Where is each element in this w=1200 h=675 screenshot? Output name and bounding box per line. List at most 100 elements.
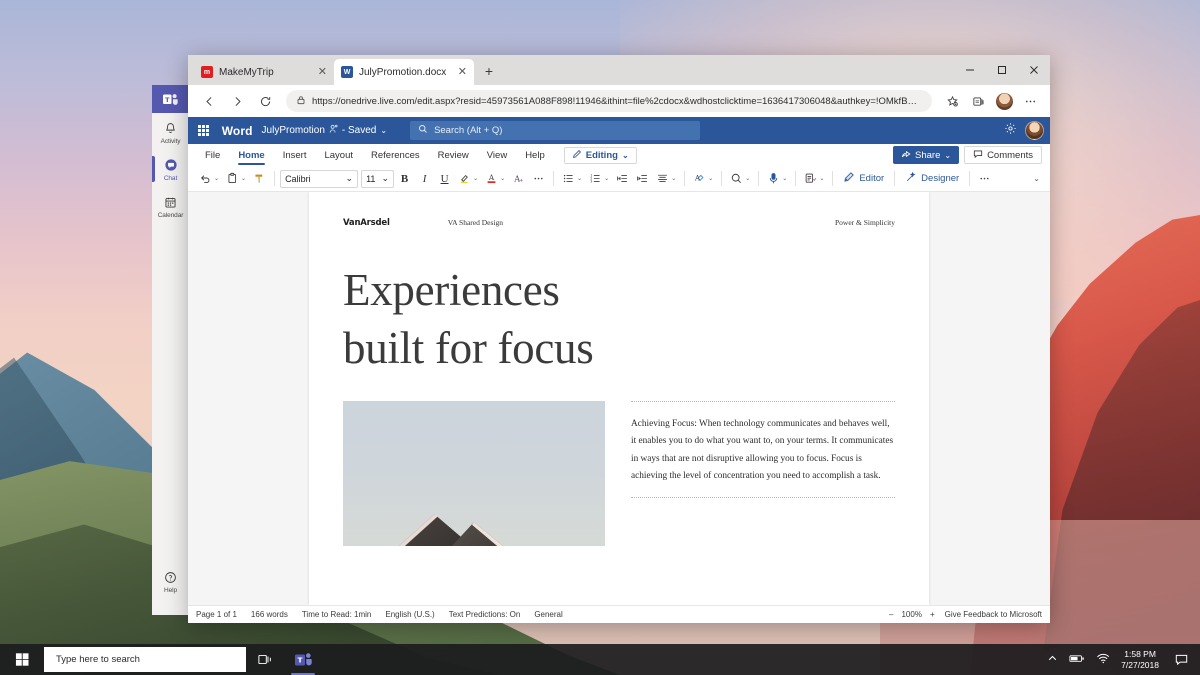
- bold-button[interactable]: B: [395, 168, 414, 189]
- comments-button[interactable]: Comments: [964, 146, 1042, 164]
- sidebar-item-chat[interactable]: Chat: [152, 150, 189, 187]
- sidebar-item-calendar[interactable]: Calendar: [152, 187, 189, 224]
- document-page[interactable]: VanArsdel VA Shared Design Power & Simpl…: [309, 192, 929, 605]
- microphone-icon[interactable]: ⌄: [764, 168, 790, 189]
- status-language[interactable]: English (U.S.): [385, 610, 434, 619]
- wifi-icon[interactable]: [1096, 651, 1110, 669]
- chevron-down-icon[interactable]: ⌄: [214, 175, 219, 182]
- find-icon[interactable]: ⌄: [727, 168, 753, 189]
- status-page-count[interactable]: Page 1 of 1: [196, 610, 237, 619]
- font-more-ellipsis-icon[interactable]: [529, 168, 548, 189]
- chevron-down-icon[interactable]: ⌄: [604, 175, 609, 182]
- close-icon[interactable]: ✕: [458, 67, 467, 78]
- forward-arrow-icon[interactable]: [224, 88, 250, 114]
- designer-button[interactable]: Designer: [900, 168, 964, 189]
- maximize-button[interactable]: [986, 55, 1018, 85]
- numbered-list-icon[interactable]: 1 2 3 ⌄: [586, 168, 612, 189]
- zoom-out-button[interactable]: –: [889, 610, 893, 619]
- increase-indent-icon[interactable]: [633, 168, 652, 189]
- underline-button[interactable]: U: [435, 168, 454, 189]
- decrease-indent-icon[interactable]: [613, 168, 632, 189]
- refresh-icon[interactable]: [252, 88, 278, 114]
- share-button[interactable]: Share ⌄: [893, 146, 959, 164]
- ribbon-collapse-chevron-down-icon[interactable]: ⌄: [1033, 174, 1042, 183]
- chevron-down-icon[interactable]: ⌄: [473, 175, 478, 182]
- highlight-icon[interactable]: ⌄: [455, 168, 481, 189]
- new-tab-button[interactable]: +: [480, 62, 498, 80]
- font-color-icon[interactable]: A ⌄: [482, 168, 508, 189]
- format-painter-icon[interactable]: [250, 168, 269, 189]
- chevron-down-icon[interactable]: ⌄: [671, 175, 676, 182]
- zoom-level-label[interactable]: 100%: [901, 610, 921, 619]
- toolbar-more-ellipsis-icon[interactable]: [975, 168, 994, 189]
- windows-start-icon[interactable]: [0, 644, 44, 675]
- chevron-down-icon[interactable]: ⌄: [380, 126, 387, 135]
- back-arrow-icon[interactable]: [196, 88, 222, 114]
- teams-taskbar-icon[interactable]: T: [284, 644, 322, 675]
- tab-file[interactable]: File: [196, 144, 229, 166]
- document-canvas[interactable]: VanArsdel VA Shared Design Power & Simpl…: [188, 192, 1050, 605]
- makemytrip-favicon: m: [201, 66, 213, 78]
- ribbon-toolbar: ⌄ ⌄ Cali: [188, 166, 1050, 192]
- collections-icon[interactable]: [966, 89, 990, 113]
- chevron-down-icon[interactable]: ⌄: [708, 175, 713, 182]
- sidebar-item-help[interactable]: Help: [152, 562, 189, 599]
- text-effects-icon[interactable]: A: [509, 168, 528, 189]
- profile-avatar[interactable]: [992, 89, 1016, 113]
- document-title-area[interactable]: JulyPromotion - Saved ⌄: [262, 124, 388, 137]
- tab-references[interactable]: References: [362, 144, 429, 166]
- tab-insert[interactable]: Insert: [274, 144, 316, 166]
- chevron-down-icon[interactable]: ⌄: [577, 175, 582, 182]
- tab-review[interactable]: Review: [429, 144, 478, 166]
- gear-icon[interactable]: [1004, 122, 1017, 140]
- address-input[interactable]: https://onedrive.live.com/edit.aspx?resi…: [286, 90, 932, 112]
- status-text-predictions[interactable]: Text Predictions: On: [449, 610, 521, 619]
- editor-button[interactable]: Editor: [838, 168, 889, 189]
- designer-label: Designer: [921, 173, 959, 184]
- taskbar-search-input[interactable]: Type here to search: [44, 647, 246, 672]
- word-brand-label[interactable]: Word: [222, 124, 253, 138]
- feedback-link[interactable]: Give Feedback to Microsoft: [945, 610, 1042, 619]
- user-avatar[interactable]: [1025, 121, 1044, 140]
- tab-layout[interactable]: Layout: [315, 144, 362, 166]
- undo-icon[interactable]: ⌄: [196, 168, 222, 189]
- battery-icon[interactable]: [1069, 651, 1085, 669]
- styles-icon[interactable]: A ⌄: [690, 168, 716, 189]
- action-center-icon[interactable]: [1170, 653, 1192, 666]
- chevron-down-icon[interactable]: ⌄: [241, 175, 246, 182]
- tab-help[interactable]: Help: [516, 144, 554, 166]
- status-word-count[interactable]: 166 words: [251, 610, 288, 619]
- taskbar-clock[interactable]: 1:58 PM 7/27/2018: [1121, 649, 1159, 670]
- search-input[interactable]: Search (Alt + Q): [410, 121, 700, 140]
- browser-tab-makemytrip[interactable]: m MakeMyTrip ✕: [194, 59, 334, 85]
- close-button[interactable]: [1018, 55, 1050, 85]
- zoom-in-button[interactable]: +: [930, 610, 935, 619]
- chevron-down-icon[interactable]: ⌄: [819, 175, 824, 182]
- bullet-list-icon[interactable]: ⌄: [559, 168, 585, 189]
- minimize-button[interactable]: [954, 55, 986, 85]
- italic-button[interactable]: I: [415, 168, 434, 189]
- sidebar-item-activity[interactable]: Activity: [152, 113, 189, 150]
- close-icon[interactable]: ✕: [318, 67, 327, 78]
- font-size-select[interactable]: 11 ⌄: [361, 170, 394, 188]
- app-launcher-icon[interactable]: [194, 121, 213, 140]
- task-view-icon[interactable]: [246, 644, 284, 675]
- font-name-select[interactable]: Calibri ⌄: [280, 170, 358, 188]
- document-paragraph[interactable]: Achieving Focus: When technology communi…: [631, 402, 895, 497]
- status-style[interactable]: General: [534, 610, 562, 619]
- chevron-down-icon[interactable]: ⌄: [500, 175, 505, 182]
- tab-home[interactable]: Home: [229, 144, 273, 166]
- status-read-time[interactable]: Time to Read: 1min: [302, 610, 372, 619]
- browser-tab-julypromotion[interactable]: W JulyPromotion.docx ✕: [334, 59, 474, 85]
- paste-icon[interactable]: ⌄: [223, 168, 249, 189]
- teams-logo-icon[interactable]: T: [152, 85, 189, 113]
- chevron-up-icon[interactable]: [1047, 651, 1058, 669]
- align-icon[interactable]: ⌄: [653, 168, 679, 189]
- chevron-down-icon[interactable]: ⌄: [745, 175, 750, 182]
- editing-mode-button[interactable]: Editing ⌄: [564, 147, 637, 164]
- tab-view[interactable]: View: [478, 144, 516, 166]
- favorites-star-icon[interactable]: [940, 89, 964, 113]
- browser-settings-ellipsis-icon[interactable]: [1018, 89, 1042, 113]
- chevron-down-icon[interactable]: ⌄: [782, 175, 787, 182]
- sensitivity-icon[interactable]: ⌄: [801, 168, 827, 189]
